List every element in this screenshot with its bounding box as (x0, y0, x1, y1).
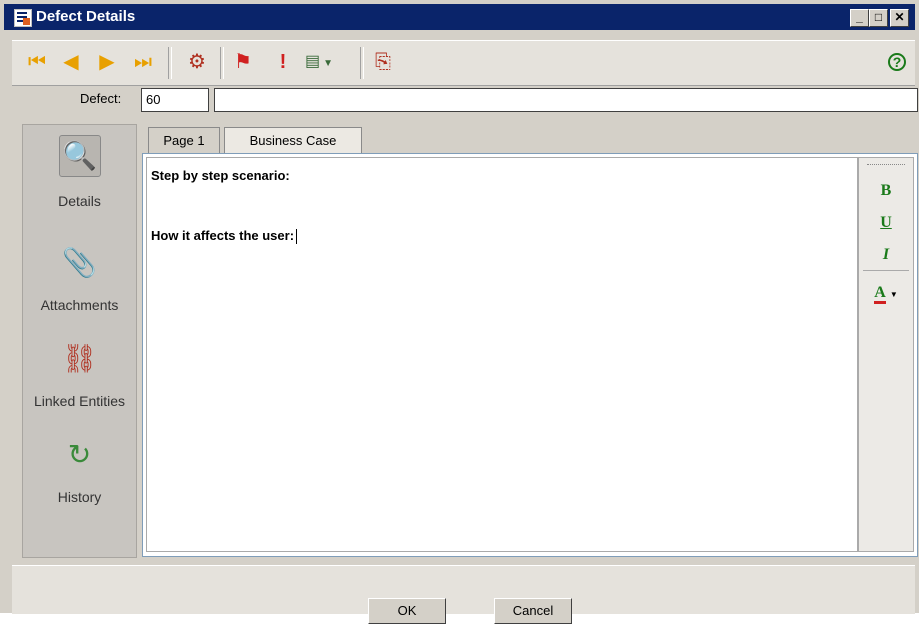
history-icon: ↻ (67, 439, 92, 470)
last-record-button[interactable]: ⏭ (128, 47, 158, 77)
sidebar-item-label: Attachments (40, 297, 119, 313)
app-icon (14, 9, 32, 27)
details-icon: 🔍 (58, 135, 101, 177)
toolbar-separator (360, 47, 364, 79)
view-icon: ▤ (304, 53, 321, 70)
view-options-button[interactable]: ▤ ▼ (304, 47, 334, 77)
sidebar: 🔍 Details 📎 Attachments ⛓ Linked Entitie… (22, 124, 137, 558)
sidebar-item-label: Details (58, 193, 101, 209)
toolbar: ⏮ ◀ ▶ ⏭ ⚙ ⚑ ! ▤ ▼ ⎘ ? (12, 40, 915, 86)
window-title: Defect Details (36, 8, 136, 25)
tab-content: Step by step scenario: How it affects th… (142, 153, 918, 557)
close-button[interactable]: ✕ (890, 9, 909, 27)
next-record-button[interactable]: ▶ (92, 47, 122, 77)
bold-button[interactable]: B (859, 182, 913, 200)
text-caret (296, 229, 298, 245)
italic-button[interactable]: I (859, 246, 913, 264)
tab-business-case[interactable]: Business Case (224, 127, 362, 154)
chevron-down-icon: ▼ (323, 58, 334, 69)
defect-label: Defect: (80, 91, 122, 106)
defect-action-button[interactable]: ⚙ (182, 47, 212, 77)
toolbar-grip[interactable] (867, 164, 905, 167)
sidebar-item-details[interactable]: 🔍 Details (23, 135, 136, 209)
title-bar[interactable]: Defect Details _ □ ✕ (4, 4, 915, 30)
cancel-button[interactable]: Cancel (494, 598, 572, 624)
defect-summary-field[interactable] (214, 88, 918, 112)
send-defect-button[interactable]: ⎘ (368, 47, 398, 77)
chevron-down-icon: ▼ (889, 290, 898, 299)
toolbar-separator (220, 47, 224, 79)
first-icon: ⏮ (28, 51, 46, 73)
underline-button[interactable]: U (859, 214, 913, 232)
flag-button[interactable]: ⚑ (228, 47, 258, 77)
ok-button[interactable]: OK (368, 598, 446, 624)
help-button[interactable]: ? (882, 47, 912, 77)
format-toolbar: B U I A ▼ (858, 157, 914, 552)
defect-id-field[interactable]: 60 (141, 88, 209, 112)
toolbar-separator (168, 47, 172, 79)
font-color-icon: A (874, 284, 886, 304)
help-icon: ? (888, 53, 906, 71)
sidebar-item-label: History (57, 489, 102, 505)
paperclip-icon: 📎 (62, 247, 97, 278)
defect-icon: ⚙ (188, 51, 206, 73)
send-icon: ⎘ (375, 51, 391, 73)
last-icon: ⏭ (134, 51, 152, 73)
restore-button[interactable]: □ (869, 9, 888, 27)
sidebar-item-attachments[interactable]: 📎 Attachments (23, 243, 136, 313)
editor-line-user-impact-text: How it affects the user: (151, 228, 295, 243)
font-color-button[interactable]: A ▼ (859, 284, 913, 304)
sidebar-item-label: Linked Entities (33, 393, 126, 409)
next-icon: ▶ (99, 51, 115, 73)
rich-text-editor[interactable]: Step by step scenario: How it affects th… (146, 157, 858, 552)
link-icon: ⛓ (61, 343, 98, 374)
defect-details-window: Defect Details _ □ ✕ ⏮ ◀ ▶ ⏭ ⚙ ⚑ ! ▤ ▼ ⎘ … (0, 0, 919, 624)
dialog-footer (12, 565, 915, 614)
minimize-button[interactable]: _ (850, 9, 869, 27)
previous-record-button[interactable]: ◀ (56, 47, 86, 77)
tab-page-1[interactable]: Page 1 (148, 127, 220, 154)
format-separator (863, 270, 909, 271)
important-button[interactable]: ! (268, 47, 298, 77)
first-record-button[interactable]: ⏮ (22, 47, 52, 77)
previous-icon: ◀ (63, 51, 79, 73)
sidebar-item-history[interactable]: ↻ History (23, 435, 136, 505)
exclamation-icon: ! (279, 51, 287, 73)
sidebar-item-linked-entities[interactable]: ⛓ Linked Entities (23, 339, 136, 409)
editor-line-scenario: Step by step scenario: (151, 168, 290, 183)
flag-icon: ⚑ (234, 51, 252, 73)
editor-line-user-impact: How it affects the user: (151, 228, 298, 245)
